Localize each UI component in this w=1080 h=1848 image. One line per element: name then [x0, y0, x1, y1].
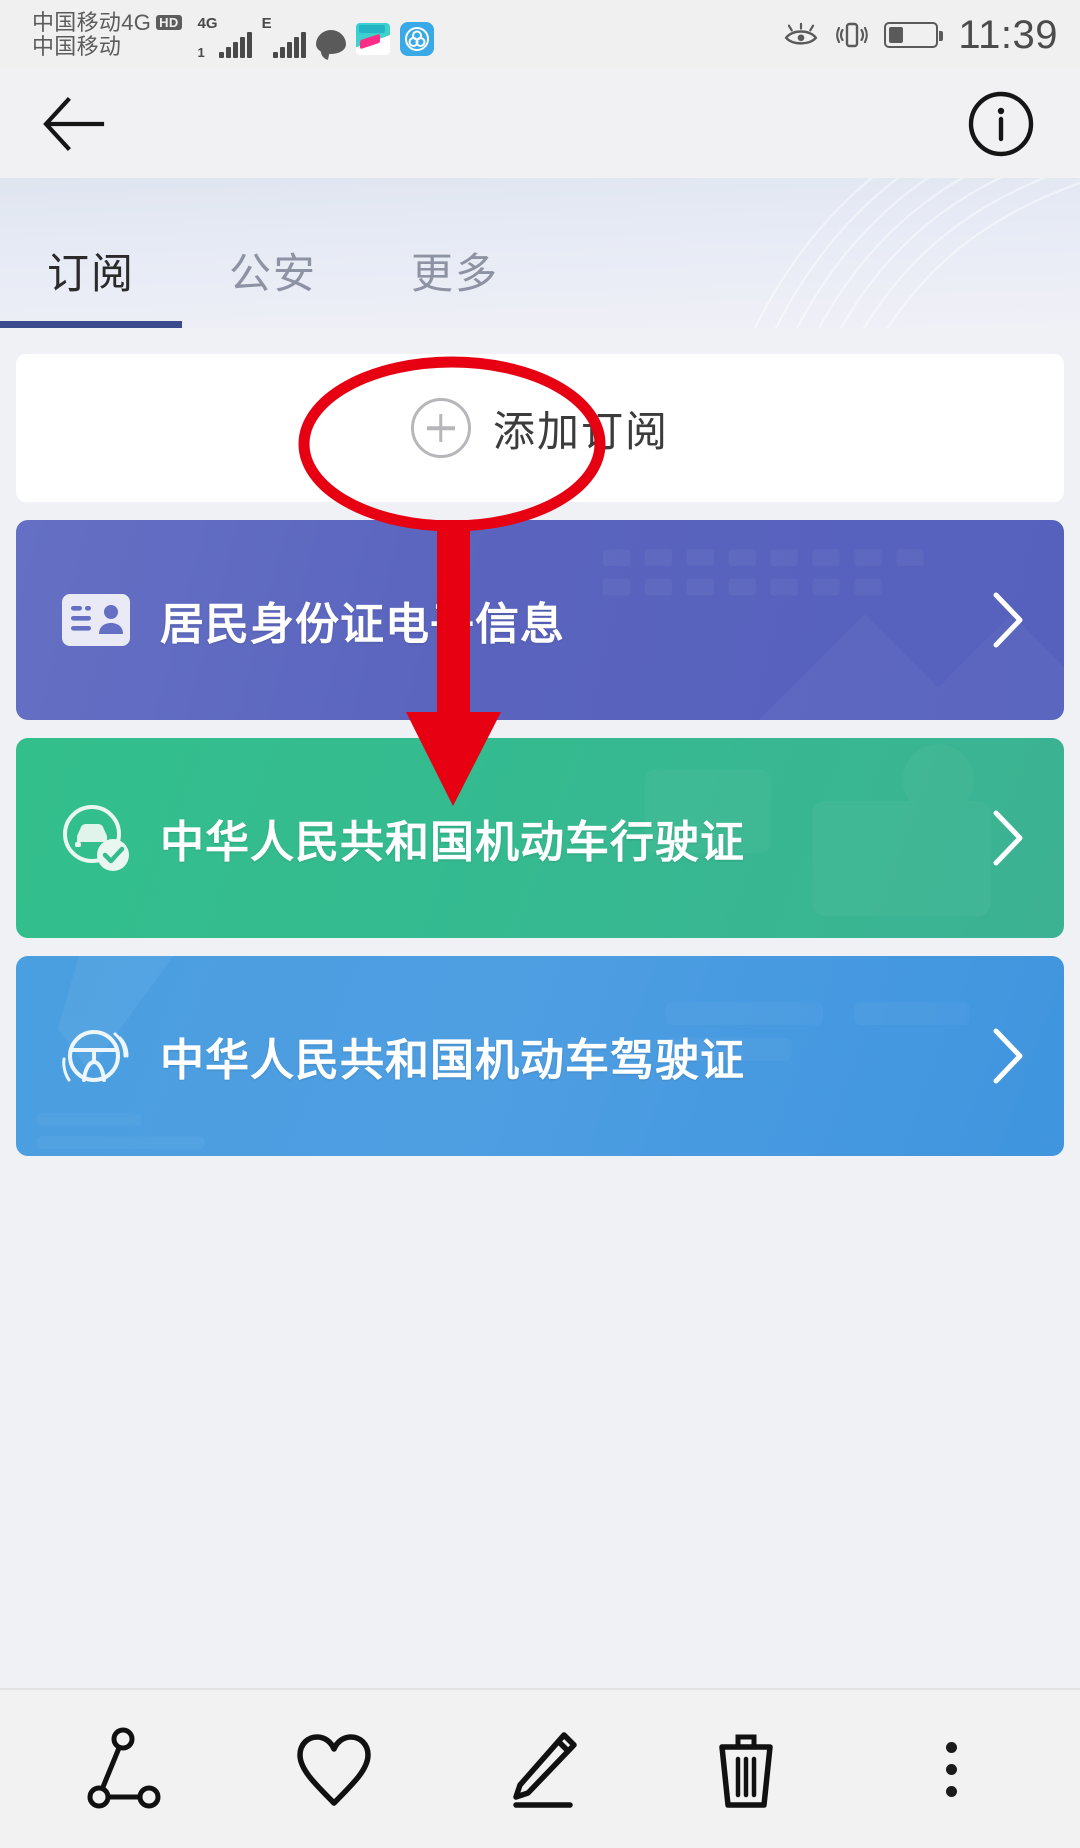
heart-icon — [297, 1734, 372, 1806]
card-title: 中华人民共和国机动车驾驶证 — [160, 1036, 745, 1085]
add-subscription-label: 添加订阅 — [492, 407, 669, 455]
tab-public-security[interactable]: 公安 — [182, 178, 364, 328]
more-vertical-icon — [945, 1741, 957, 1797]
vibrate-icon — [836, 22, 869, 48]
more-options-button[interactable] — [891, 1709, 1011, 1829]
arrow-left-icon — [43, 97, 105, 151]
add-subscription-button[interactable]: 添加订阅 — [16, 354, 1064, 502]
status-bar-right-icons: 11:39 — [782, 15, 1058, 55]
navigation-bar — [0, 70, 1080, 178]
status-bar: 中国移动4G HD 中国移动 4G 1 E 11:39 — [0, 0, 1080, 70]
card-title: 居民身份证电子信息 — [160, 600, 565, 649]
id-card-icon — [62, 594, 130, 646]
card-title: 中华人民共和国机动车行驶证 — [160, 818, 745, 867]
carrier-name-secondary: 中国移动 — [32, 34, 122, 59]
battery-icon — [884, 22, 944, 48]
signal-4g-icon: 4G 1 — [198, 16, 252, 60]
card-driver-license[interactable]: 中华人民共和国机动车驾驶证 — [16, 956, 1064, 1156]
chevron-right-icon — [993, 1028, 1023, 1084]
info-button[interactable] — [964, 87, 1038, 161]
hd-badge: HD — [156, 14, 182, 30]
signal-e-icon: E — [262, 16, 306, 58]
chevron-right-icon — [993, 810, 1023, 866]
back-button[interactable] — [40, 89, 110, 159]
car-check-icon — [63, 805, 129, 871]
tab-bar: 订阅 公安 更多 — [0, 178, 1080, 328]
bottom-toolbar — [0, 1688, 1080, 1848]
chevron-right-icon — [993, 592, 1023, 648]
status-bar-left-icons: 4G 1 E — [198, 12, 434, 60]
subscription-list: 添加订阅 居民身份证电子信息 中华人民共和国机动车行驶证 中华人民共和国机动车驾… — [0, 328, 1080, 1688]
carrier-name-primary: 中国移动4G — [32, 10, 152, 36]
pencil-edit-icon — [513, 1732, 577, 1808]
share-button[interactable] — [69, 1709, 189, 1829]
delete-button[interactable] — [686, 1709, 806, 1829]
app-icon-video — [355, 23, 390, 55]
phone-screen: 中国移动4G HD 中国移动 4G 1 E 11:39 订阅 公安 更多 添加订… — [0, 0, 1080, 1848]
share-nodes-icon — [87, 1727, 161, 1809]
tab-subscription[interactable]: 订阅 — [0, 178, 182, 328]
trash-icon — [718, 1734, 773, 1808]
tab-bar-container: 订阅 公安 更多 — [0, 178, 1080, 328]
plus-circle-icon — [410, 398, 471, 458]
app-icon-cloud — [399, 22, 434, 56]
info-circle-icon — [968, 91, 1034, 157]
card-resident-id[interactable]: 居民身份证电子信息 — [16, 520, 1064, 720]
chat-bubble-icon — [315, 30, 346, 54]
carrier-label: 中国移动4G HD 中国移动 — [32, 11, 182, 59]
favorite-button[interactable] — [274, 1709, 394, 1829]
edit-button[interactable] — [480, 1709, 600, 1829]
card-vehicle-license[interactable]: 中华人民共和国机动车行驶证 — [16, 738, 1064, 938]
status-bar-clock: 11:39 — [958, 13, 1058, 57]
tab-more[interactable]: 更多 — [364, 178, 546, 328]
eye-comfort-icon — [785, 22, 818, 45]
steering-wheel-icon — [62, 1030, 129, 1082]
